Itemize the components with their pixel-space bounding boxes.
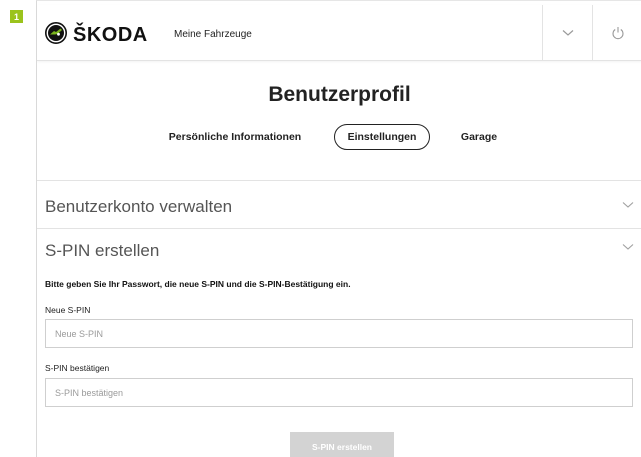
manage-account-section: Benutzerkonto verwalten — [37, 180, 641, 228]
my-vehicles-link[interactable]: Meine Fahrzeuge — [174, 29, 252, 40]
create-spin-button[interactable]: S-PIN erstellen — [290, 432, 394, 457]
app-window: ŠKODA Meine Fahrzeuge Benutzerprofil Per… — [36, 0, 641, 457]
brand-wordmark[interactable]: ŠKODA — [73, 24, 148, 47]
chevron-down-icon[interactable] — [622, 201, 634, 209]
new-spin-input[interactable] — [45, 319, 633, 348]
header-menu-button[interactable] — [542, 5, 592, 61]
manage-account-header[interactable]: Benutzerkonto verwalten — [45, 197, 232, 217]
page-title: Benutzerprofil — [268, 83, 411, 106]
create-spin-section: S-PIN erstellen Bitte geben Sie Ihr Pass… — [37, 228, 641, 457]
create-spin-header[interactable]: S-PIN erstellen — [45, 241, 159, 261]
confirm-spin-label: S-PIN bestätigen — [45, 363, 110, 373]
tab-personal-info[interactable]: Persönliche Informationen — [155, 124, 315, 150]
chevron-down-icon[interactable] — [622, 243, 634, 251]
skoda-logo-icon[interactable] — [45, 22, 67, 44]
profile-tabs: Persönliche Informationen Einstellungen … — [37, 124, 641, 152]
top-header: ŠKODA Meine Fahrzeuge — [37, 5, 641, 61]
spin-instruction-text: Bitte geben Sie Ihr Passwort, die neue S… — [45, 279, 351, 289]
new-spin-label: Neue S-PIN — [45, 305, 91, 315]
confirm-spin-input[interactable] — [45, 378, 633, 407]
power-icon — [611, 27, 624, 40]
tab-garage[interactable]: Garage — [449, 124, 509, 150]
logout-button[interactable] — [592, 5, 641, 61]
tab-settings[interactable]: Einstellungen — [334, 124, 430, 150]
step-number-badge: 1 — [10, 10, 23, 23]
chevron-down-icon — [562, 30, 573, 36]
